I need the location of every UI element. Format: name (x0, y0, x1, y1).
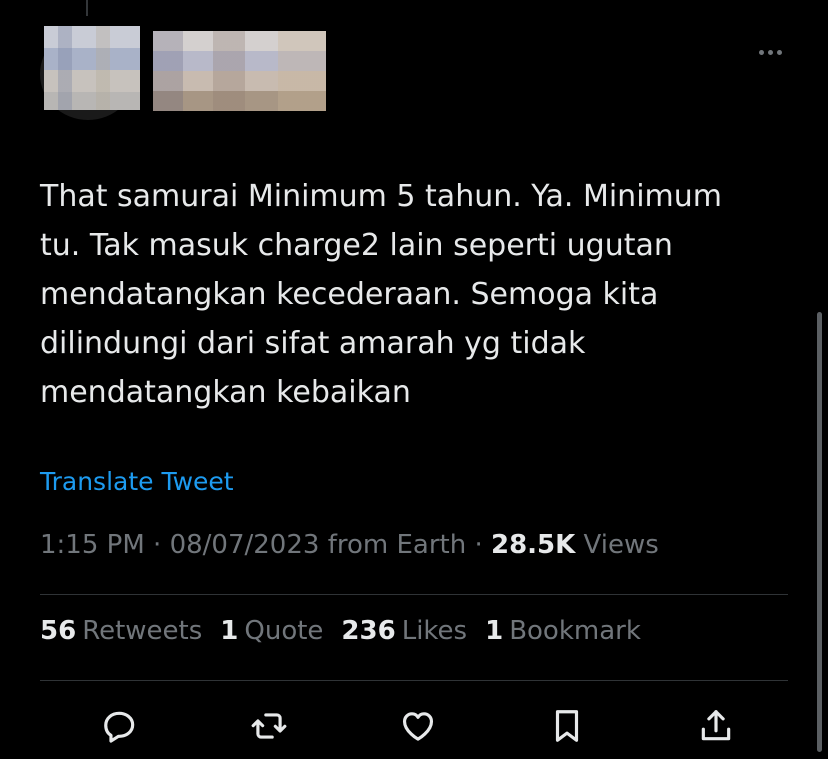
like-button[interactable] (396, 704, 440, 748)
retweets-stat[interactable]: 56 Retweets (40, 616, 202, 646)
likes-count: 236 (341, 616, 396, 646)
dot (776, 49, 782, 55)
meta-separator: · (474, 530, 483, 560)
quotes-count: 1 (220, 616, 239, 646)
likes-stat[interactable]: 236 Likes (341, 616, 467, 646)
translate-tweet-link[interactable]: Translate Tweet (40, 467, 234, 496)
tweet-text: That samurai Minimum 5 tahun. Ya. Minimu… (40, 179, 722, 410)
dot (758, 49, 764, 55)
retweet-icon (251, 713, 287, 739)
share-button[interactable] (694, 704, 738, 748)
retweet-button[interactable] (247, 704, 291, 748)
bookmark-button[interactable] (545, 704, 589, 748)
bookmarks-stat[interactable]: 1 Bookmark (485, 616, 641, 646)
bookmark-icon (555, 710, 579, 742)
bookmarks-count: 1 (485, 616, 504, 646)
views-label: Views (583, 530, 659, 560)
divider (40, 680, 788, 681)
dot (767, 49, 773, 55)
bookmarks-label: Bookmark (509, 616, 641, 646)
thread-connector-line (86, 0, 88, 16)
tweet-meta: 1:15 PM · 08/07/2023 from Earth · 28.5K … (40, 530, 659, 560)
scrollbar[interactable] (817, 312, 822, 752)
views-count: 28.5K (490, 530, 576, 560)
likes-label: Likes (401, 616, 468, 646)
quotes-label: Quote (244, 616, 324, 646)
reply-icon (104, 711, 135, 743)
retweets-label: Retweets (82, 616, 203, 646)
meta-separator: · (153, 530, 162, 560)
tweet-source: from Earth (327, 530, 467, 560)
pixelated-image-left (44, 26, 140, 110)
reply-button[interactable] (98, 704, 142, 748)
tweet-actions (98, 700, 738, 752)
engagement-stats: 56 Retweets 1 Quote 236 Likes 1 Bookmark (40, 616, 641, 646)
divider (40, 594, 788, 595)
pixelated-image-right (153, 31, 326, 111)
quotes-stat[interactable]: 1 Quote (220, 616, 323, 646)
tweet-date[interactable]: 08/07/2023 (170, 530, 320, 560)
tweet-time[interactable]: 1:15 PM (40, 530, 145, 560)
more-horizontal-icon[interactable] (752, 40, 788, 64)
heart-icon (402, 712, 434, 741)
share-icon (701, 710, 731, 741)
retweets-count: 56 (40, 616, 77, 646)
